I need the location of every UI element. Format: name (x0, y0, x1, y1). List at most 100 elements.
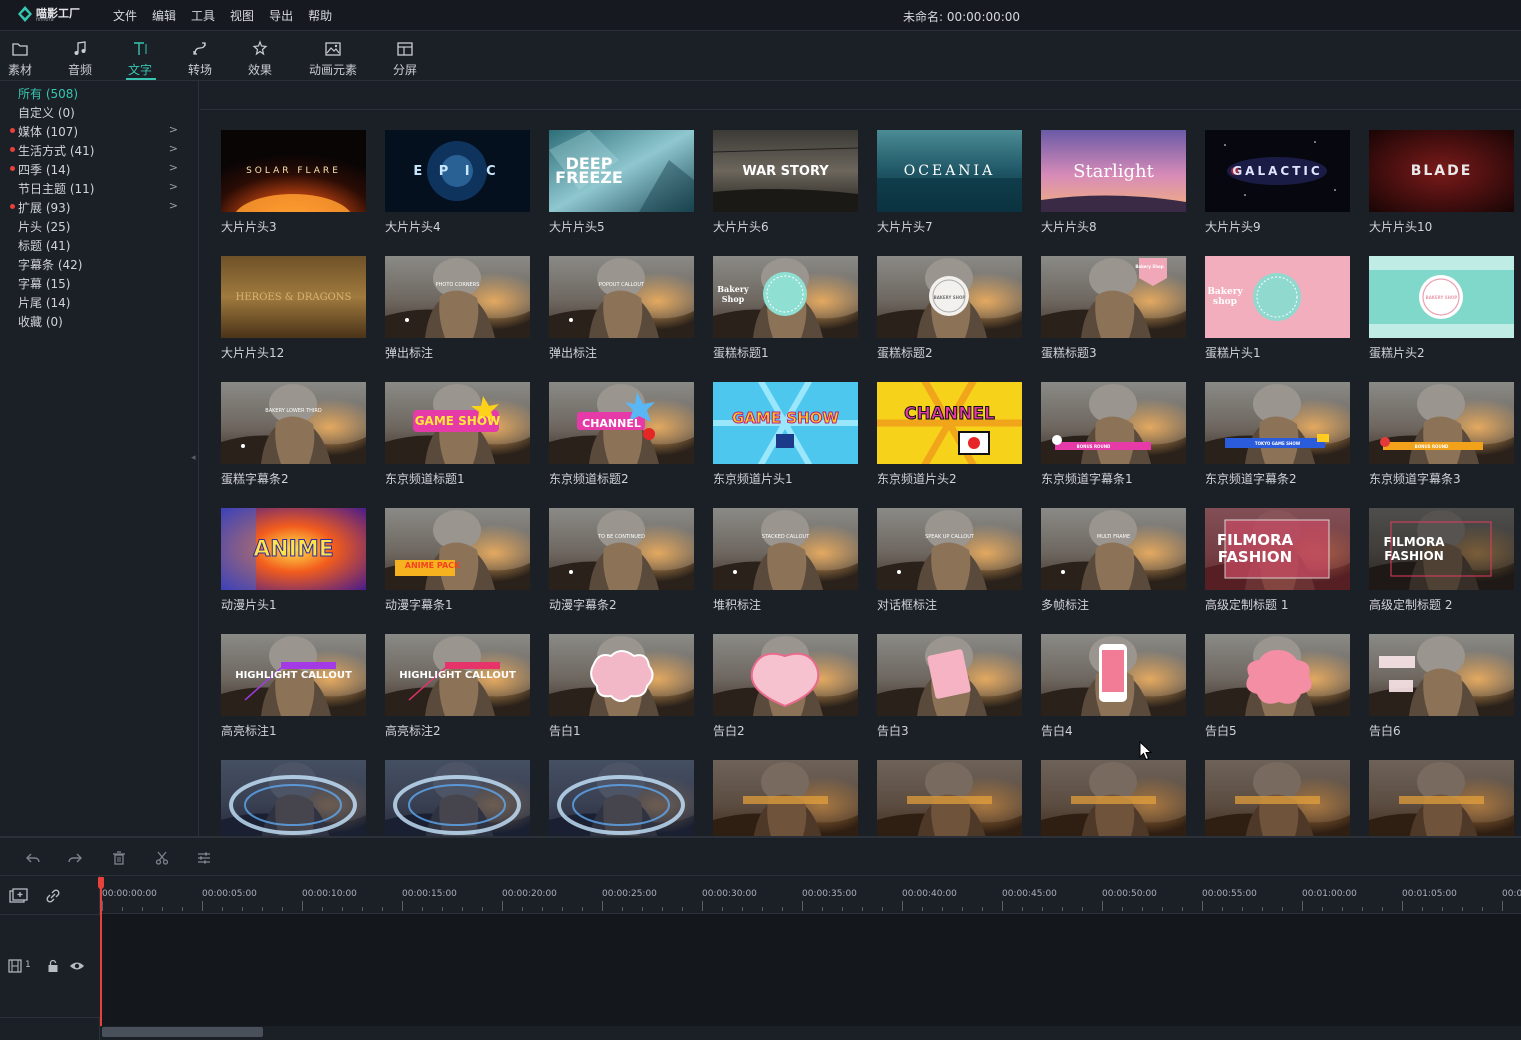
template-thumbnail[interactable] (877, 760, 1022, 836)
template-card[interactable]: DEEP FREEZE 大片片头5 (549, 130, 694, 240)
template-thumbnail[interactable] (877, 634, 1022, 716)
template-card[interactable]: ANIME PACK 动漫字幕条1 (385, 508, 530, 618)
template-thumbnail[interactable]: FILMORA FASHION (1369, 508, 1514, 590)
undo-button[interactable] (25, 850, 41, 869)
template-card[interactable]: OCEANIA 大片片头7 (877, 130, 1022, 240)
collapse-handle-icon[interactable]: ◂ (191, 453, 196, 463)
menu-item-4[interactable]: 导出 (269, 7, 293, 24)
tab-5[interactable]: 动画元素 (308, 37, 358, 79)
menu-item-5[interactable]: 帮助 (308, 7, 332, 24)
template-thumbnail[interactable]: Bakery Shop (713, 256, 858, 338)
template-card[interactable]: FILMORA FASHION 高级定制标题 1 (1205, 508, 1350, 618)
menu-item-2[interactable]: 工具 (191, 7, 215, 24)
template-card[interactable]: GALACTIC 大片片头9 (1205, 130, 1350, 240)
timeline-scrollbar-thumb[interactable] (102, 1027, 263, 1037)
template-thumbnail[interactable]: ANIME PACK (385, 508, 530, 590)
template-thumbnail[interactable] (1041, 634, 1186, 716)
template-card[interactable]: BONUS ROUND 东京频道字幕条1 (1041, 382, 1186, 492)
category-item-6[interactable]: 扩展 (93) > (10, 199, 188, 218)
category-item-2[interactable]: 媒体 (107) > (10, 123, 188, 142)
menu-item-1[interactable]: 编辑 (152, 7, 176, 24)
template-card[interactable] (1041, 760, 1186, 836)
template-thumbnail[interactable]: CHANNEL (549, 382, 694, 464)
add-track-icon[interactable] (9, 888, 29, 904)
category-item-3[interactable]: 生活方式 (41) > (10, 142, 188, 161)
template-card[interactable]: ANIME 动漫片头1 (221, 508, 366, 618)
chevron-right-icon[interactable]: > (169, 123, 178, 136)
template-thumbnail[interactable]: SOLAR FLARE (221, 130, 366, 212)
adjust-button[interactable] (196, 850, 212, 869)
category-item-12[interactable]: 收藏 (0) (18, 313, 188, 332)
template-thumbnail[interactable]: DEEP FREEZE (549, 130, 694, 212)
tab-6[interactable]: 分屏 (380, 37, 430, 79)
menu-item-0[interactable]: 文件 (113, 7, 137, 24)
template-card[interactable]: Starlight 大片片头8 (1041, 130, 1186, 240)
delete-button[interactable] (111, 850, 127, 869)
template-thumbnail[interactable]: MULTI FRAME (1041, 508, 1186, 590)
template-card[interactable]: 告白5 (1205, 634, 1350, 744)
cut-button[interactable] (154, 850, 170, 869)
template-card[interactable] (1205, 760, 1350, 836)
timeline-ruler[interactable]: 00:00:00:00 00:00:05:00 00:00:10:00 00:00:1… (100, 876, 1521, 914)
template-thumbnail[interactable]: Bakery Shop (1041, 256, 1186, 338)
template-thumbnail[interactable] (1369, 634, 1514, 716)
template-card[interactable] (713, 760, 858, 836)
template-thumbnail[interactable]: POPOUT CALLOUT (549, 256, 694, 338)
template-thumbnail[interactable]: TO BE CONTINUED (549, 508, 694, 590)
template-thumbnail[interactable]: SPEAK UP CALLOUT (877, 508, 1022, 590)
tab-4[interactable]: 效果 (235, 37, 285, 79)
chevron-right-icon[interactable]: > (169, 161, 178, 174)
template-card[interactable]: WAR STORY 大片片头6 (713, 130, 858, 240)
template-thumbnail[interactable]: FILMORA FASHION (1205, 508, 1350, 590)
template-thumbnail[interactable]: TOKYO GAME SHOW (1205, 382, 1350, 464)
template-thumbnail[interactable]: STACKED CALLOUT (713, 508, 858, 590)
menu-item-3[interactable]: 视图 (230, 7, 254, 24)
template-card[interactable] (221, 760, 366, 836)
category-item-4[interactable]: 四季 (14) > (10, 161, 188, 180)
template-card[interactable]: HEROES & DRAGONS 大片片头12 (221, 256, 366, 366)
tab-0[interactable]: 素材 (0, 37, 45, 79)
template-thumbnail[interactable]: BLADE (1369, 130, 1514, 212)
category-item-11[interactable]: 片尾 (14) (18, 294, 188, 313)
tab-3[interactable]: 转场 (175, 37, 225, 79)
category-item-10[interactable]: 字幕 (15) (18, 275, 188, 294)
template-thumbnail[interactable] (1205, 760, 1350, 836)
template-thumbnail[interactable]: GALACTIC (1205, 130, 1350, 212)
template-thumbnail[interactable]: HEROES & DRAGONS (221, 256, 366, 338)
template-thumbnail[interactable] (385, 760, 530, 836)
template-card[interactable]: SPEAK UP CALLOUT 对话框标注 (877, 508, 1022, 618)
template-thumbnail[interactable]: WAR STORY (713, 130, 858, 212)
template-thumbnail[interactable] (549, 634, 694, 716)
template-thumbnail[interactable]: ANIME (221, 508, 366, 590)
template-card[interactable]: HIGHLIGHT CALLOUT 高亮标注2 (385, 634, 530, 744)
template-thumbnail[interactable]: BONUS ROUND (1041, 382, 1186, 464)
template-card[interactable]: TOKYO GAME SHOW 东京频道字幕条2 (1205, 382, 1350, 492)
template-thumbnail[interactable] (1205, 634, 1350, 716)
template-card[interactable]: Bakery shop 蛋糕片头1 (1205, 256, 1350, 366)
chevron-right-icon[interactable]: > (169, 180, 178, 193)
category-item-8[interactable]: 标题 (41) (18, 237, 188, 256)
template-thumbnail[interactable]: BAKERY SHOP (877, 256, 1022, 338)
template-card[interactable]: 告白1 (549, 634, 694, 744)
template-card[interactable]: 告白4 (1041, 634, 1186, 744)
template-card[interactable]: CHANNEL 东京频道标题2 (549, 382, 694, 492)
category-item-9[interactable]: 字幕条 (42) (18, 256, 188, 275)
template-thumbnail[interactable] (713, 634, 858, 716)
template-thumbnail[interactable] (1369, 760, 1514, 836)
category-item-0[interactable]: 所有 (508) (18, 85, 188, 104)
template-card[interactable]: BAKERY LOWER THIRD 蛋糕字幕条2 (221, 382, 366, 492)
template-card[interactable]: BLADE 大片片头10 (1369, 130, 1514, 240)
template-thumbnail[interactable] (713, 760, 858, 836)
redo-button[interactable] (67, 850, 83, 869)
timeline-track-area[interactable] (100, 914, 1521, 1026)
template-thumbnail[interactable]: Starlight (1041, 130, 1186, 212)
template-thumbnail[interactable]: CHANNEL (877, 382, 1022, 464)
link-icon[interactable] (44, 888, 62, 904)
template-card[interactable]: PHOTO CORNERS 弹出标注 (385, 256, 530, 366)
chevron-right-icon[interactable]: > (169, 199, 178, 212)
template-card[interactable]: 告白2 (713, 634, 858, 744)
template-card[interactable]: HIGHLIGHT CALLOUT 高亮标注1 (221, 634, 366, 744)
template-card[interactable]: SOLAR FLARE 大片片头3 (221, 130, 366, 240)
template-card[interactable] (877, 760, 1022, 836)
template-thumbnail[interactable]: GAME SHOW (713, 382, 858, 464)
